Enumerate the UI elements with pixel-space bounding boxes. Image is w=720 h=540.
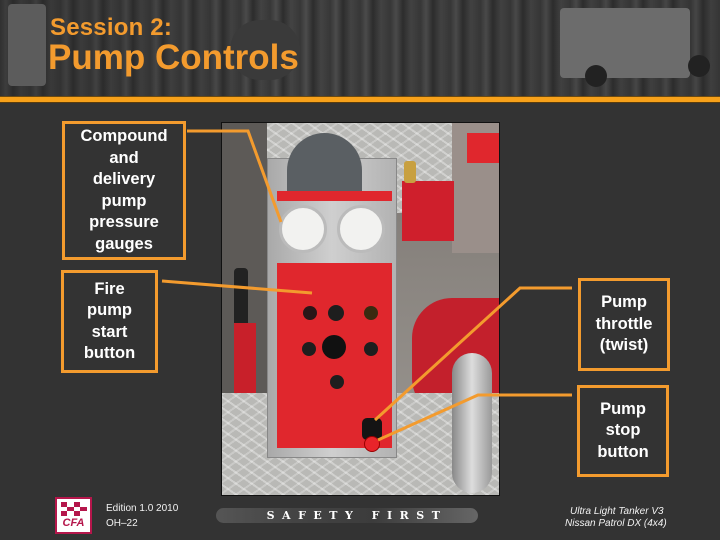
brass-fitting — [404, 161, 416, 183]
aux-fuel-pump-button — [330, 375, 344, 389]
cfa-logo: CFA — [55, 497, 92, 534]
header-banner: Session 2: Pump Controls — [0, 0, 720, 96]
vehicle-model-line2: Nissan Patrol DX (4x4) — [565, 518, 667, 529]
callout-pump-throttle: Pump throttle (twist) — [578, 278, 670, 371]
callout-fire-pump-start: Fire pump start button — [61, 270, 158, 373]
delivery-gauge — [337, 205, 385, 253]
safety-first-banner: SAFETY FIRST — [216, 508, 478, 523]
callout-pressure-gauges: Compound and delivery pump pressure gaug… — [62, 121, 186, 260]
checkerboard-icon — [60, 502, 87, 516]
header-photo-wheel — [585, 65, 607, 87]
header-photo-wheel — [688, 55, 710, 77]
vehicle-model-line1: Ultra Light Tanker V3 — [570, 506, 664, 517]
header-divider — [0, 96, 720, 103]
cfa-logo-text: CFA — [62, 517, 85, 529]
page-title: Pump Controls — [48, 38, 299, 77]
red-sign — [467, 133, 499, 163]
page-code: OH–22 — [106, 518, 138, 529]
header-photo-vehicle — [560, 8, 690, 78]
pump-bat-amp-lamp — [302, 342, 316, 356]
callout-pump-stop: Pump stop button — [577, 385, 669, 477]
silver-pipe — [452, 353, 492, 493]
reverse-lamp — [364, 342, 378, 356]
priming-system-sign — [402, 181, 454, 241]
engine-temp-lamp — [364, 306, 378, 320]
pump-control-panel-photo — [221, 122, 500, 496]
edition-label: Edition 1.0 2010 — [106, 503, 179, 514]
oil-pressure-lamp — [303, 306, 317, 320]
speaker-volume-knob — [322, 335, 346, 359]
compound-gauge — [279, 205, 327, 253]
safety-slogan: SAFETY FIRST — [266, 509, 448, 522]
handle — [234, 268, 248, 328]
header-photo-pump-panel — [8, 4, 46, 86]
pump-stop-button — [364, 436, 380, 452]
gauge-label-strip — [277, 191, 392, 201]
fire-pump-start-button — [328, 305, 344, 321]
